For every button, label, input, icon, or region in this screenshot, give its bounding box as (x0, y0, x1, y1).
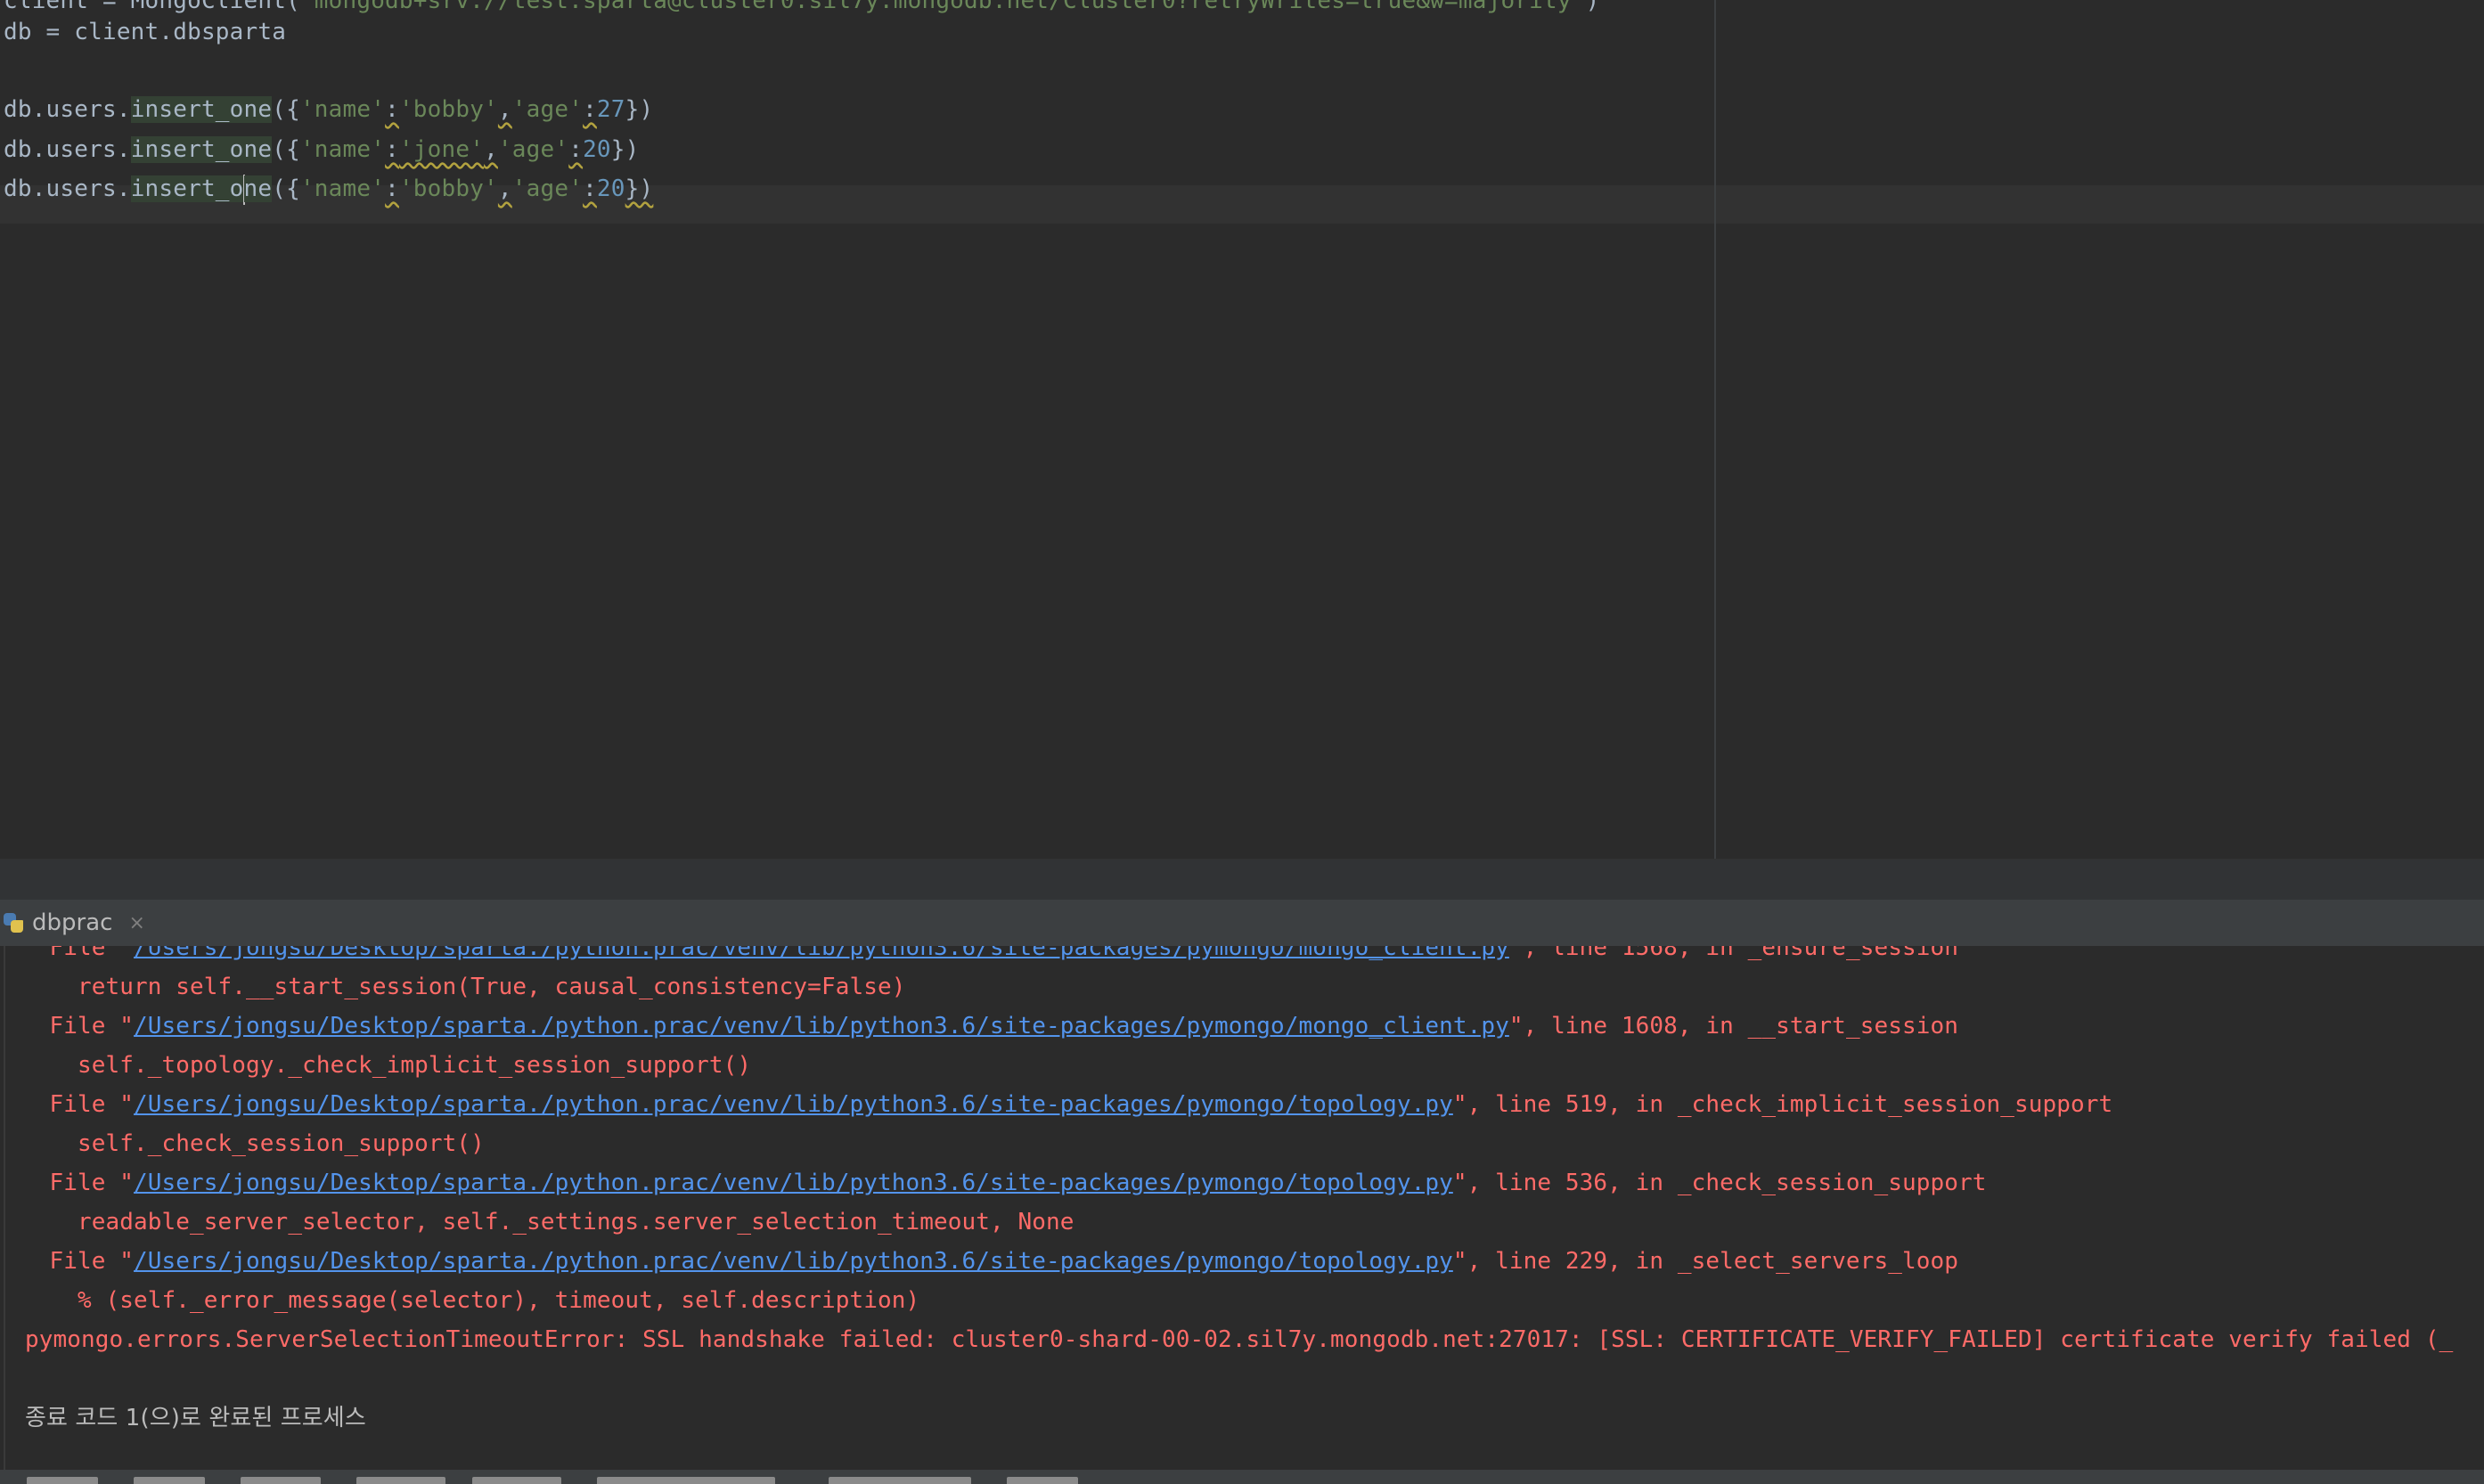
code-token: insert_one (130, 96, 273, 123)
code-token: : (583, 96, 597, 123)
code-token: db.users. (4, 96, 131, 123)
console-text: return self.__start_session(True, causal… (21, 974, 906, 1000)
code-token: ne (243, 175, 273, 202)
code-token: }) (625, 175, 654, 202)
console-text: File " (21, 1248, 135, 1275)
code-token: ({ (272, 96, 300, 123)
console-line: readable_server_selector, self._settings… (21, 1203, 1074, 1242)
code-token: : (385, 96, 399, 123)
file-path-link[interactable]: /Users/jongsu/Desktop/sparta./python.pra… (134, 1013, 1509, 1040)
code-token: 'age' (511, 96, 584, 123)
code-token: 'bobby' (398, 96, 498, 123)
code-line[interactable]: db.users.insert_one({'name':'bobby','age… (4, 90, 653, 129)
bottom-tool-strip[interactable] (0, 1470, 2484, 1484)
console-line: File "/Users/jongsu/Desktop/sparta./pyth… (21, 1163, 1987, 1203)
file-path-link[interactable]: /Users/jongsu/Desktop/sparta./python.pra… (134, 1170, 1453, 1196)
console-line: File "/Users/jongsu/Desktop/sparta./pyth… (21, 946, 1958, 967)
code-token: db.users. (4, 175, 131, 202)
console-text: File " (21, 946, 135, 961)
code-token: 'age' (511, 175, 584, 202)
console-text: self._check_session_support() (21, 1130, 485, 1157)
code-token: 'bobby' (398, 175, 498, 202)
run-tab-label: dbprac (32, 909, 113, 936)
code-token: 'mongodb+srv://test:sparta@cluster0.sil7… (299, 0, 1586, 14)
console-text: readable_server_selector, self._settings… (21, 1209, 1074, 1235)
code-line[interactable]: db = client.dbsparta (4, 12, 286, 52)
code-token: 'age' (497, 136, 569, 163)
code-token: 'name' (299, 96, 386, 123)
code-token: 27 (596, 96, 625, 123)
tool-tab-stub[interactable] (27, 1477, 98, 1484)
tool-tab-stub[interactable] (241, 1477, 321, 1484)
console-text: ", line 229, in _select_servers_loop (1452, 1248, 1958, 1275)
code-token: 20 (583, 136, 611, 163)
console-line: File "/Users/jongsu/Desktop/sparta./pyth… (21, 1242, 1958, 1281)
console-text: File " (21, 1091, 135, 1118)
code-token: 'jone' (398, 136, 485, 163)
code-token: }) (610, 136, 640, 163)
tool-tab-stub[interactable] (472, 1477, 561, 1484)
python-icon (4, 913, 23, 933)
code-line[interactable]: db.users.insert_one({'name':'jone','age'… (4, 130, 640, 169)
console-line: self._check_session_support() (21, 1124, 485, 1163)
code-token: ) (1585, 0, 1600, 14)
code-token: insert_o (130, 175, 244, 202)
console-gutter (4, 946, 5, 1470)
console-text: pymongo.errors.ServerSelectionTimeoutErr… (25, 1326, 2454, 1353)
file-path-link[interactable]: /Users/jongsu/Desktop/sparta./python.pra… (134, 1248, 1453, 1275)
code-token: , (497, 175, 512, 202)
console-text: ", line 519, in _check_implicit_session_… (1452, 1091, 2113, 1118)
code-token: : (583, 175, 597, 202)
console-text: ", line 1608, in __start_session (1508, 1013, 1958, 1040)
console-line: pymongo.errors.ServerSelectionTimeoutErr… (25, 1320, 2453, 1359)
console-line: self._topology._check_implicit_session_s… (21, 1046, 751, 1085)
code-token: ({ (272, 175, 300, 202)
console-line: % (self._error_message(selector), timeou… (21, 1281, 919, 1320)
console-line: File "/Users/jongsu/Desktop/sparta./pyth… (21, 1007, 1958, 1046)
tool-tab-stub[interactable] (356, 1477, 445, 1484)
code-token: : (568, 136, 584, 163)
console-text: File " (21, 1170, 135, 1196)
code-token: , (497, 96, 512, 123)
tool-tab-stub[interactable] (1007, 1477, 1078, 1484)
file-path-link[interactable]: /Users/jongsu/Desktop/sparta./python.pra… (134, 1091, 1453, 1118)
console-text: ", line 1568, in _ensure_session (1508, 946, 1958, 961)
console-text: File " (21, 1013, 135, 1040)
tool-tab-stub[interactable] (829, 1477, 971, 1484)
console-line: 종료 코드 1(으)로 완료된 프로세스 (25, 1398, 366, 1438)
console-text: ", line 536, in _check_session_support (1452, 1170, 1987, 1196)
tool-tab-stub[interactable] (597, 1477, 775, 1484)
code-token: }) (625, 96, 654, 123)
code-token: db = client.dbsparta (4, 19, 287, 45)
run-tab-bar: dbprac × (0, 900, 2484, 946)
code-token: 'name' (299, 136, 386, 163)
tool-tab-stub[interactable] (134, 1477, 205, 1484)
console-line: return self.__start_session(True, causal… (21, 967, 905, 1007)
code-token: , (484, 136, 498, 163)
console-text: % (self._error_message(selector), timeou… (21, 1287, 920, 1314)
run-console[interactable]: File "/Users/jongsu/Desktop/sparta./pyth… (0, 946, 2484, 1470)
console-text: 종료 코드 1(으)로 완료된 프로세스 (25, 1405, 366, 1431)
tool-window-divider[interactable] (0, 859, 2484, 901)
console-text: self._topology._check_implicit_session_s… (21, 1052, 752, 1079)
code-token: db.users. (4, 136, 131, 163)
run-tab-dbprac[interactable]: dbprac × (0, 900, 151, 946)
close-icon[interactable]: × (128, 912, 144, 934)
code-token: 20 (596, 175, 625, 202)
ide-window: client = MongoClient('mongodb+srv://test… (0, 0, 2484, 1484)
code-token: ({ (272, 136, 300, 163)
code-token: insert_one (130, 136, 273, 163)
code-token: 'name' (299, 175, 386, 202)
right-margin-guide (1714, 0, 1716, 859)
console-line: File "/Users/jongsu/Desktop/sparta./pyth… (21, 1085, 2113, 1124)
code-token: : (385, 175, 399, 202)
file-path-link[interactable]: /Users/jongsu/Desktop/sparta./python.pra… (134, 946, 1509, 961)
code-token: : (385, 136, 399, 163)
code-line[interactable]: db.users.insert_one({'name':'bobby','age… (4, 169, 653, 208)
code-editor[interactable]: client = MongoClient('mongodb+srv://test… (0, 0, 2484, 859)
